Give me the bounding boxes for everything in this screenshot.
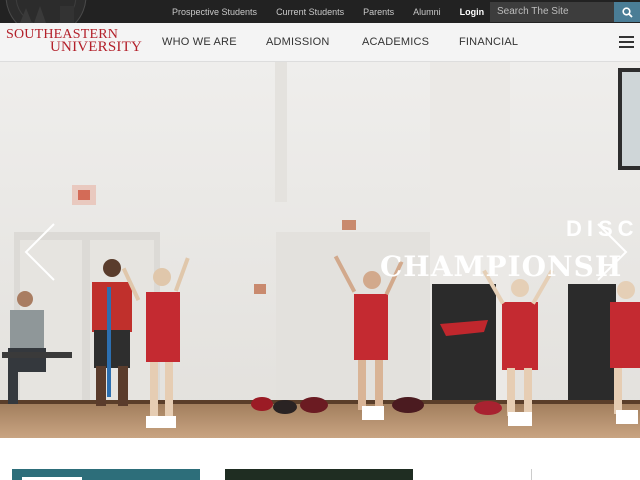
hero-headline-2: CHAMPIONSH — [380, 250, 623, 283]
chevron-right-icon — [597, 223, 628, 281]
slider-next-button[interactable] — [596, 222, 630, 287]
search-input[interactable]: Search The Site — [490, 2, 614, 22]
login-link[interactable]: Login — [460, 7, 485, 17]
nav-who-we-are[interactable]: WHO WE ARE — [162, 23, 237, 62]
logo-line-2: UNIVERSITY — [50, 39, 142, 55]
search-icon — [621, 6, 633, 18]
hero-slider: DISC CHAMPIONSH — [0, 62, 640, 438]
tile-divider — [531, 469, 532, 480]
nav-academics[interactable]: ACADEMICS — [362, 23, 429, 62]
chevron-left-icon — [24, 223, 55, 281]
nav-admission[interactable]: ADMISSION — [266, 23, 330, 62]
feature-tile-1[interactable] — [12, 469, 200, 480]
nav-financial[interactable]: FINANCIAL — [459, 23, 518, 62]
link-alumni[interactable]: Alumni — [413, 7, 441, 17]
feature-tile-2[interactable] — [225, 469, 413, 480]
link-parents[interactable]: Parents — [363, 7, 394, 17]
utility-bar: Prospective Students Current Students Pa… — [0, 0, 640, 23]
utility-links: Prospective Students Current Students Pa… — [172, 0, 503, 23]
main-nav: SOUTHEASTERN UNIVERSITY WHO WE ARE ADMIS… — [0, 23, 640, 62]
link-prospective-students[interactable]: Prospective Students — [172, 7, 257, 17]
menu-icon[interactable] — [619, 36, 634, 49]
search-button[interactable] — [614, 2, 640, 22]
university-logo[interactable]: SOUTHEASTERN UNIVERSITY — [6, 28, 142, 55]
university-seal-icon — [0, 0, 92, 23]
slider-prev-button[interactable] — [22, 222, 56, 287]
feature-tiles — [0, 438, 640, 480]
link-current-students[interactable]: Current Students — [276, 7, 344, 17]
